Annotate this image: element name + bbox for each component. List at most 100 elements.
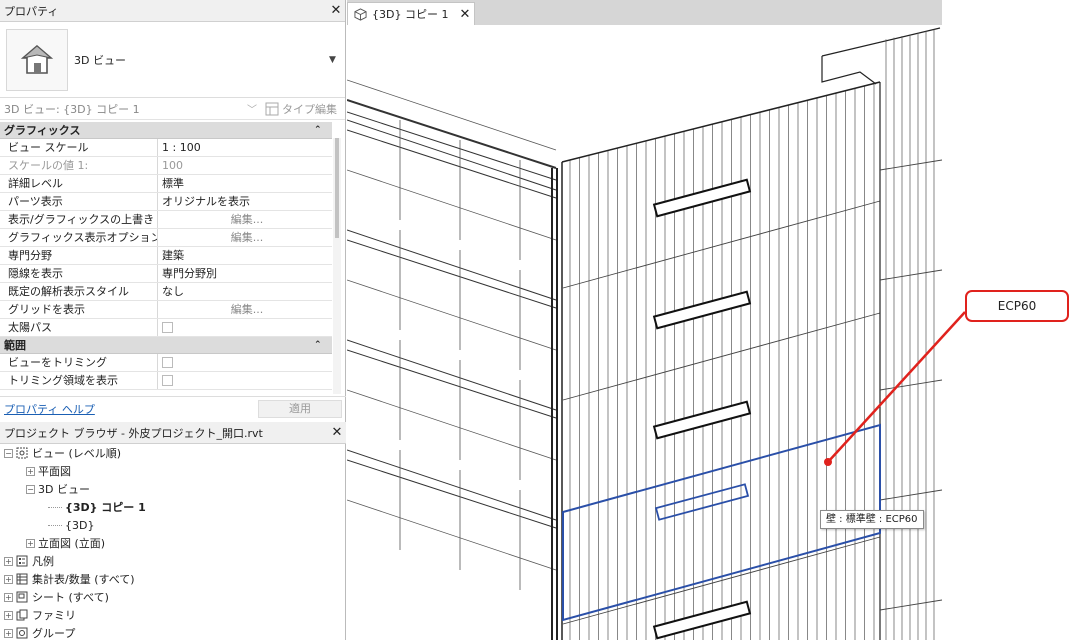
property-key: 太陽パス	[0, 319, 158, 336]
3d-model-drawing[interactable]	[347, 25, 1069, 640]
property-value[interactable]: 建築	[158, 247, 332, 264]
browser-tree-label: 立面図 (立面)	[38, 537, 106, 550]
property-row[interactable]: 隠線を表示 専門分野別	[0, 265, 332, 283]
edit-button[interactable]: 編集...	[158, 229, 332, 246]
instance-selector[interactable]: 3D ビュー: {3D} コピー 1 ﹀ タイプ編集	[0, 98, 345, 120]
house-icon	[6, 28, 68, 91]
chevron-down-icon[interactable]: ﹀	[247, 101, 265, 116]
property-value[interactable]: なし	[158, 283, 332, 300]
expand-icon[interactable]: +	[4, 628, 13, 638]
browser-tree-item[interactable]: + シート (すべて)	[0, 588, 346, 606]
close-icon[interactable]: ✕	[456, 7, 474, 22]
instance-selector-label: 3D ビュー: {3D} コピー 1	[4, 102, 140, 116]
edit-button[interactable]: 編集...	[158, 301, 332, 318]
browser-tree-label: ビュー (レベル順)	[32, 447, 122, 460]
type-edit-button[interactable]: タイプ編集	[265, 101, 345, 117]
close-icon[interactable]: ✕	[328, 425, 346, 440]
properties-grid: グラフィックス ⌃ ビュー スケール 1 : 100 スケールの値 1: 100 詳細レベル…	[0, 122, 332, 394]
property-row[interactable]: 専門分野 建築	[0, 247, 332, 265]
type-selector[interactable]: 3D ビュー ▼	[0, 22, 345, 98]
property-checkbox[interactable]	[162, 322, 173, 333]
browser-tree-label: 集計表/数量 (すべて)	[32, 573, 135, 586]
3d-viewport[interactable]	[347, 25, 1069, 640]
browser-tree-item[interactable]: −3D ビュー	[0, 480, 346, 498]
collapse-icon[interactable]: −	[4, 448, 13, 458]
browser-tree-item[interactable]: {3D} コピー 1	[0, 498, 346, 516]
property-row[interactable]: トリミング領域を表示	[0, 372, 332, 390]
browser-tree-label: 平面図	[38, 465, 71, 478]
apply-button[interactable]: 適用	[258, 399, 342, 418]
edit-button[interactable]: 編集...	[158, 211, 332, 228]
family-icon	[16, 609, 28, 621]
expand-icon[interactable]: +	[4, 574, 13, 584]
browser-tree-label: ファミリ	[32, 609, 76, 622]
callout-leader-dot	[824, 458, 832, 466]
properties-title: プロパティ	[4, 4, 59, 18]
collapse-icon[interactable]: ⌃	[314, 340, 332, 350]
property-row[interactable]: 詳細レベル 標準	[0, 175, 332, 193]
browser-tree-item[interactable]: {3D}	[0, 516, 346, 534]
type-edit-icon	[265, 102, 279, 115]
properties-scrollbar[interactable]	[333, 138, 341, 394]
property-key: グリッドを表示	[0, 301, 158, 318]
property-row[interactable]: 太陽パス	[0, 319, 332, 337]
property-checkbox[interactable]	[162, 357, 173, 368]
expand-icon[interactable]: +	[4, 556, 13, 566]
type-name: 3D ビュー	[74, 53, 126, 67]
property-value[interactable]: 専門分野別	[158, 265, 332, 282]
wall-opening	[652, 400, 752, 440]
wall-opening	[652, 290, 752, 330]
property-value[interactable]: オリジナルを表示	[158, 193, 332, 210]
properties-footer: プロパティ ヘルプ 適用	[0, 396, 346, 420]
expand-icon[interactable]: +	[4, 610, 13, 620]
property-key: 詳細レベル	[0, 175, 158, 192]
property-value[interactable]: 標準	[158, 175, 332, 192]
schedule-icon	[16, 573, 28, 585]
callout-label: ECP60	[965, 290, 1069, 322]
collapse-icon[interactable]: ⌃	[314, 125, 332, 135]
browser-tree-label: シート (すべて)	[32, 591, 109, 604]
browser-tree-item[interactable]: + 平面図	[0, 462, 346, 480]
property-value[interactable]: 1 : 100	[158, 139, 332, 156]
property-key: 既定の解析表示スタイル	[0, 283, 158, 300]
expand-icon[interactable]: +	[26, 538, 35, 548]
view-tab-bar: {3D} コピー 1 ✕	[347, 0, 942, 25]
property-row[interactable]: 表示/グラフィックスの上書き 編集...	[0, 211, 332, 229]
browser-tree-label: {3D}	[65, 518, 95, 532]
browser-tree-item[interactable]: + グループ	[0, 624, 346, 642]
browser-tree-item[interactable]: + 立面図 (立面)	[0, 534, 346, 552]
tab-3d-copy-1[interactable]: {3D} コピー 1 ✕	[347, 2, 475, 25]
property-row[interactable]: グラフィックス表示オプション 編集...	[0, 229, 332, 247]
property-key: グラフィックス表示オプション	[0, 229, 158, 246]
callout-leader-line	[827, 311, 966, 463]
browser-tree-item[interactable]: − ビュー (レベル順)	[0, 444, 346, 462]
expand-icon[interactable]: +	[4, 592, 13, 602]
close-icon[interactable]: ✕	[327, 3, 345, 18]
property-key: ビューをトリミング	[0, 354, 158, 371]
expand-icon[interactable]: +	[26, 466, 35, 476]
property-key: トリミング領域を表示	[0, 372, 158, 389]
property-checkbox[interactable]	[162, 375, 173, 386]
property-row[interactable]: スケールの値 1: 100	[0, 157, 332, 175]
legend-icon	[16, 555, 28, 567]
property-row[interactable]: ビューをトリミング	[0, 354, 332, 372]
scrollbar-thumb[interactable]	[335, 138, 339, 238]
property-row[interactable]: グリッドを表示 編集...	[0, 301, 332, 319]
collapse-icon[interactable]: −	[26, 484, 35, 494]
property-row[interactable]: パーツ表示 オリジナルを表示	[0, 193, 332, 211]
property-row[interactable]: 既定の解析表示スタイル なし	[0, 283, 332, 301]
project-browser-title: プロジェクト ブラウザ - 外皮プロジェクト_開口.rvt	[4, 426, 263, 440]
browser-tree-item[interactable]: + 集計表/数量 (すべて)	[0, 570, 346, 588]
property-key: スケールの値 1:	[0, 157, 158, 174]
right-wall-face	[561, 81, 881, 640]
properties-help-link[interactable]: プロパティ ヘルプ	[4, 401, 258, 417]
property-group-header[interactable]: 範囲 ⌃	[0, 337, 332, 354]
browser-tree-item[interactable]: + ファミリ	[0, 606, 346, 624]
property-key: パーツ表示	[0, 193, 158, 210]
property-row[interactable]: ビュー スケール 1 : 100	[0, 139, 332, 157]
browser-tree-item[interactable]: + 凡例	[0, 552, 346, 570]
property-group-header[interactable]: グラフィックス ⌃	[0, 122, 332, 139]
chevron-down-icon[interactable]: ▼	[329, 55, 345, 65]
property-value[interactable]: 100	[158, 157, 332, 174]
browser-tree-label: グループ	[32, 627, 76, 640]
